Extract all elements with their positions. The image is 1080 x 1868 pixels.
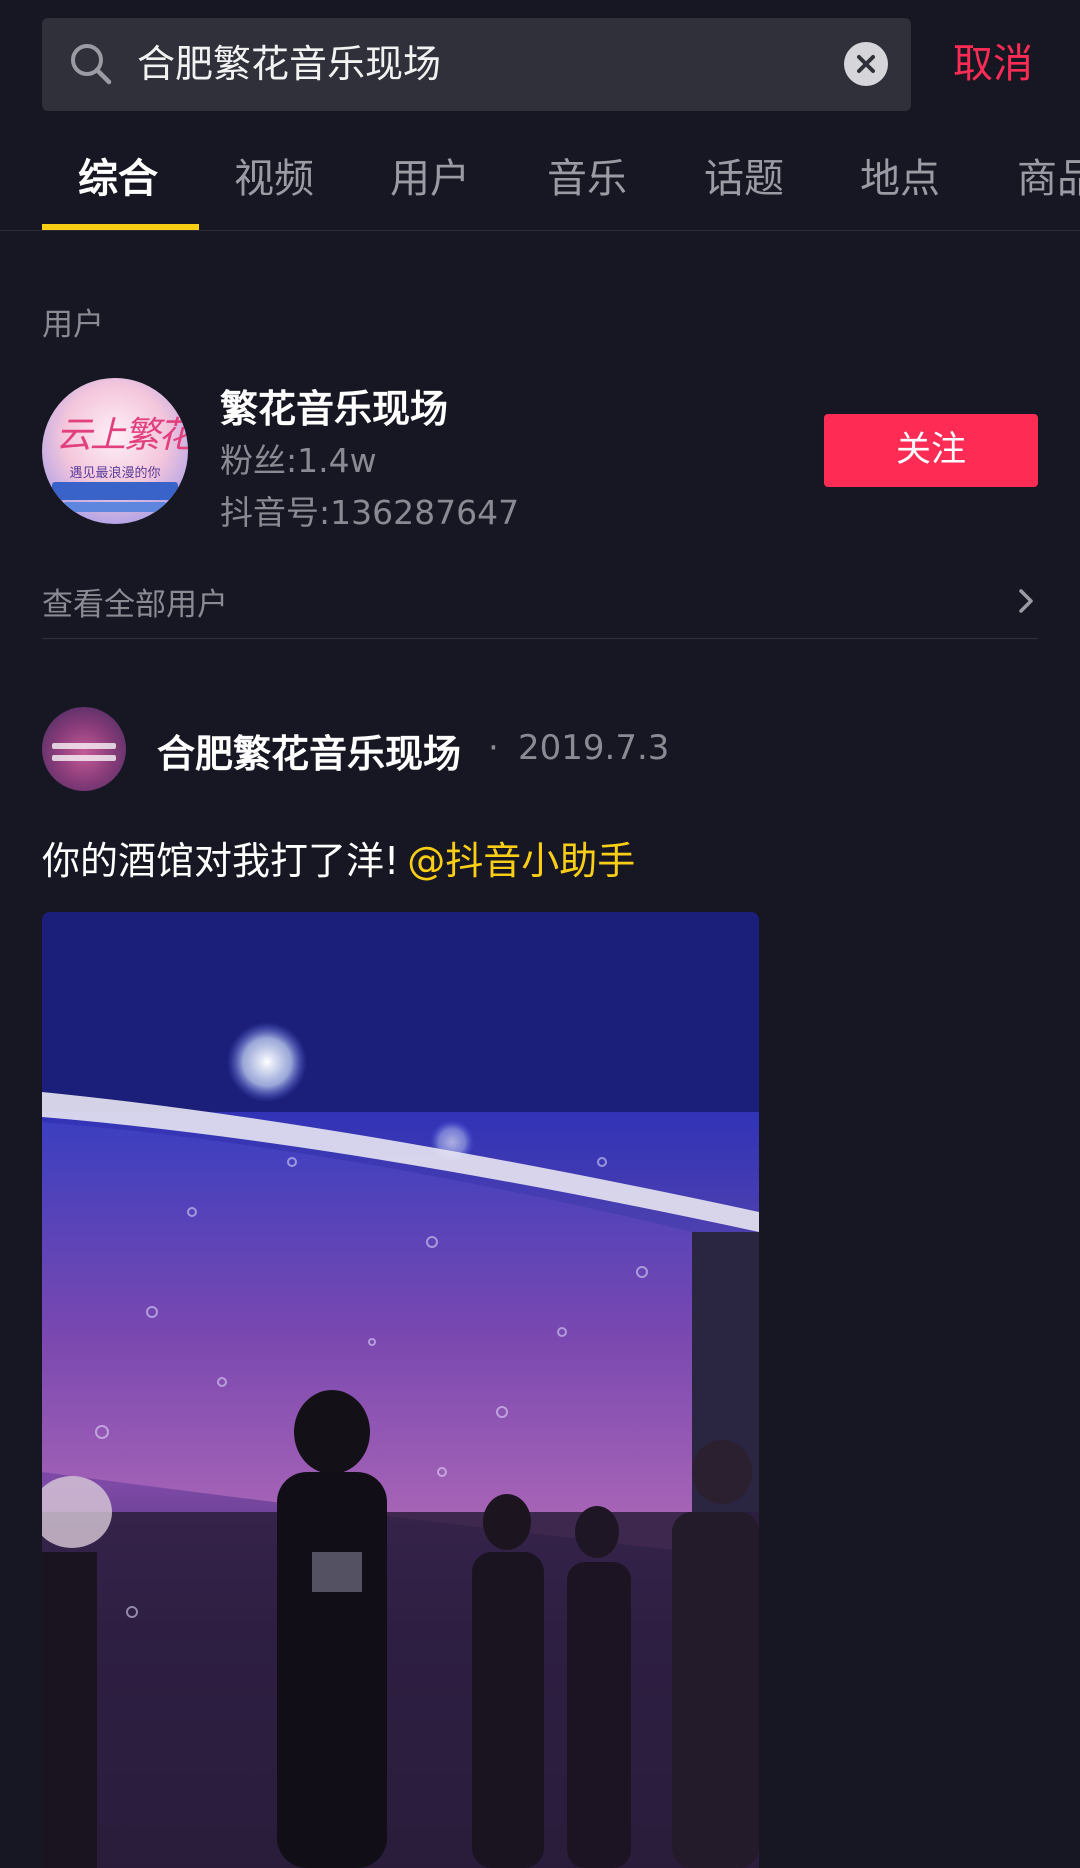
chevron-right-icon: [1019, 589, 1033, 613]
post-caption: 你的酒馆对我打了洋! @抖音小助手: [42, 830, 635, 885]
tab-places[interactable]: 地点: [860, 128, 940, 230]
avatar-text-line: [52, 755, 116, 761]
user-douyin-id: 抖音号:136287647: [220, 493, 520, 532]
active-tab-indicator: [42, 224, 199, 230]
user-section-label: 用户: [42, 307, 104, 343]
performer: [692, 1440, 752, 1504]
search-tabs: 综合 视频 用户 音乐 话题 地点 商品: [0, 128, 1080, 231]
avatar-band: [52, 482, 178, 500]
performer: [483, 1494, 531, 1550]
tab-comprehensive[interactable]: 综合: [78, 128, 158, 230]
performer: [294, 1390, 370, 1474]
cancel-button[interactable]: 取消: [953, 18, 1033, 111]
user-name[interactable]: 繁花音乐现场: [220, 378, 448, 433]
search-header: 合肥繁花音乐现场 取消: [0, 0, 1080, 128]
clear-icon: [857, 55, 875, 73]
search-icon: [71, 44, 112, 85]
tab-users[interactable]: 用户: [390, 128, 470, 230]
performer: [575, 1506, 619, 1558]
post-author-avatar[interactable]: [42, 707, 126, 791]
post-mention-link[interactable]: @抖音小助手: [407, 839, 635, 883]
view-all-users-row[interactable]: 查看全部用户: [42, 564, 1038, 639]
follow-button[interactable]: 关注: [824, 414, 1038, 487]
user-avatar[interactable]: 云上繁花 遇见最浪漫的你: [42, 378, 188, 524]
stage-light: [227, 1022, 307, 1102]
tab-videos[interactable]: 视频: [234, 128, 314, 230]
post-separator: ·: [488, 728, 499, 768]
video-thumbnail[interactable]: [42, 912, 759, 1868]
post-caption-text: 你的酒馆对我打了洋!: [42, 839, 400, 883]
post-author-name[interactable]: 合肥繁花音乐现场: [157, 723, 461, 778]
tab-products[interactable]: 商品: [1017, 128, 1080, 230]
avatar-band-secondary: [64, 502, 166, 512]
user-fans-count: 粉丝:1.4w: [220, 441, 377, 480]
view-all-users-label: 查看全部用户: [42, 587, 228, 623]
search-input[interactable]: 合肥繁花音乐现场: [137, 18, 441, 111]
clear-search-button[interactable]: [844, 42, 888, 86]
search-box[interactable]: 合肥繁花音乐现场: [42, 18, 911, 111]
video-scene: [42, 912, 759, 1868]
avatar-logo-art: 云上繁花: [56, 415, 188, 456]
avatar-text-line: [52, 743, 116, 749]
tab-music[interactable]: 音乐: [547, 128, 627, 230]
post-date: 2019.7.3: [518, 728, 670, 768]
avatar-tagline-art: 遇见最浪漫的你: [69, 466, 161, 481]
tab-topics[interactable]: 话题: [704, 128, 784, 230]
